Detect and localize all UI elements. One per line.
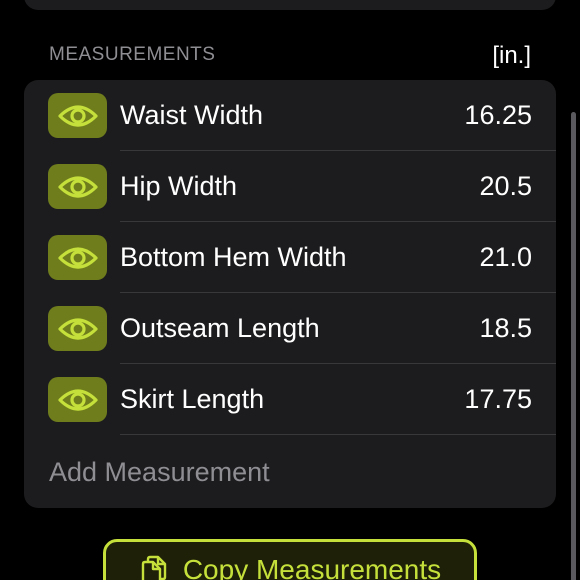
measurement-label: Bottom Hem Width	[120, 242, 347, 272]
eye-toggle-button[interactable]	[48, 235, 107, 280]
section-header: MEASUREMENTS	[49, 44, 216, 65]
measurement-row-bottom-hem-width[interactable]: Bottom Hem Width 21.0	[24, 222, 556, 293]
add-measurement-button[interactable]: Add Measurement	[24, 436, 556, 508]
unit-label[interactable]: [in.]	[492, 42, 531, 70]
add-measurement-label: Add Measurement	[49, 457, 270, 487]
scrollbar[interactable]	[571, 112, 576, 580]
measurement-label: Waist Width	[120, 100, 264, 130]
copy-button-content: Copy Measurements	[139, 554, 441, 580]
measurement-row-waist-width[interactable]: Waist Width 16.25	[24, 80, 556, 151]
row-divider	[120, 434, 556, 435]
measurement-row-outseam-length[interactable]: Outseam Length 18.5	[24, 293, 556, 364]
measurements-screen: MEASUREMENTS [in.] Waist Width 16.25 Hip…	[0, 0, 580, 580]
measurement-value: 17.75	[464, 384, 532, 414]
eye-icon	[57, 246, 98, 269]
measurement-row-skirt-length[interactable]: Skirt Length 17.75	[24, 364, 556, 435]
measurement-value: 18.5	[479, 313, 532, 343]
measurement-value: 16.25	[464, 100, 532, 130]
measurement-row-hip-width[interactable]: Hip Width 20.5	[24, 151, 556, 222]
measurement-value: 20.5	[479, 171, 532, 201]
eye-toggle-button[interactable]	[48, 377, 107, 422]
measurement-value: 21.0	[479, 242, 532, 272]
eye-toggle-button[interactable]	[48, 164, 107, 209]
copy-icon	[141, 555, 167, 580]
measurements-list: Waist Width 16.25 Hip Width 20.5 Bottom …	[24, 80, 556, 508]
eye-icon	[57, 175, 98, 198]
measurement-label: Outseam Length	[120, 313, 320, 343]
eye-toggle-button[interactable]	[48, 93, 107, 138]
eye-icon	[57, 388, 98, 411]
copy-button-label: Copy Measurements	[182, 554, 442, 580]
measurement-label: Skirt Length	[120, 384, 265, 414]
eye-icon	[57, 317, 98, 340]
measurement-label: Hip Width	[120, 171, 238, 201]
eye-toggle-button[interactable]	[48, 306, 107, 351]
copy-measurements-button[interactable]: Copy Measurements	[103, 539, 477, 580]
previous-section-card	[24, 0, 556, 10]
eye-icon	[57, 104, 98, 127]
